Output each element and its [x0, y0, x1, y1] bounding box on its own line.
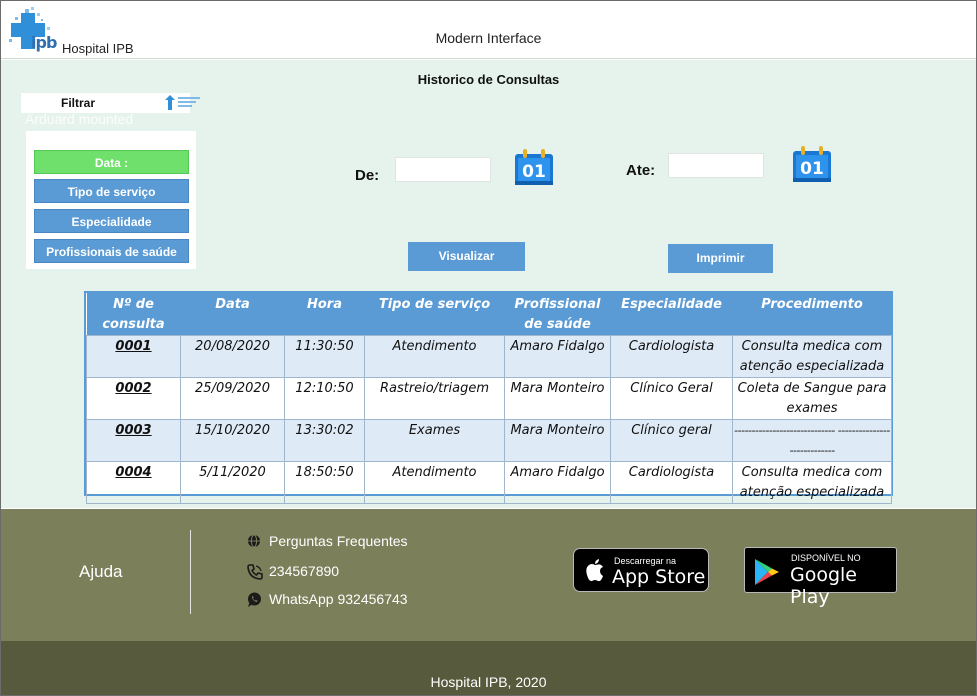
bottom-bar: Hospital IPB, 2020 — [1, 641, 976, 695]
globe-icon — [248, 534, 260, 548]
service-cell: Exames — [364, 419, 505, 462]
app-store-small-text: Descarregar na — [614, 556, 677, 566]
professional-cell: Mara Monteiro — [504, 377, 611, 420]
print-button[interactable]: Imprimir — [668, 244, 773, 273]
calendar-icon[interactable]: 01 — [514, 148, 554, 186]
help-footer: Ajuda Perguntas Frequentes 234567890 Wha… — [1, 509, 976, 641]
google-play-big-text: Google Play — [790, 564, 858, 608]
calendar-icon[interactable]: 01 — [792, 145, 832, 183]
date-cell: 20/08/2020 — [180, 335, 285, 378]
time-cell: 18:50:50 — [284, 461, 365, 504]
specialty-cell: Clínico geral — [610, 419, 733, 462]
date-to-input[interactable] — [668, 153, 764, 178]
whatsapp-icon — [248, 592, 261, 607]
filter-option-specialty[interactable]: Especialidade — [34, 209, 189, 233]
google-play-badge[interactable]: DISPONÍVEL NO Google Play — [744, 547, 897, 608]
phone-icon — [247, 564, 263, 580]
professional-cell: Amaro Fidalgo — [504, 461, 611, 504]
filter-option-date[interactable]: Data : — [34, 150, 189, 174]
service-cell: Rastreio/triagem — [364, 377, 505, 420]
professional-cell: Mara Monteiro — [504, 419, 611, 462]
filter-dropdown[interactable]: Filtrar — [21, 93, 200, 113]
consultation-id-link[interactable]: 0004 — [86, 461, 181, 504]
specialty-cell: Clínico Geral — [610, 377, 733, 420]
view-button[interactable]: Visualizar — [408, 242, 525, 271]
column-header[interactable]: Data — [180, 293, 285, 336]
table-row[interactable]: 0004 5/11/2020 18:50:50 Atendimento Amar… — [86, 461, 892, 504]
procedure-cell: ----------------------------- ----------… — [732, 419, 892, 462]
date-cell: 5/11/2020 — [180, 461, 285, 504]
svg-text:01: 01 — [800, 159, 824, 179]
date-from-input[interactable] — [395, 157, 491, 182]
column-header[interactable]: Profissional de saúde — [504, 293, 611, 336]
service-cell: Atendimento — [364, 461, 505, 504]
app-store-badge[interactable]: Descarregar na App Store — [573, 548, 709, 592]
table-row[interactable]: 0001 20/08/2020 11:30:50 Atendimento Ama… — [86, 335, 892, 378]
consultations-table: Nº de consulta Data Hora Tipo de serviço… — [84, 291, 893, 504]
specialty-cell: Cardiologista — [610, 335, 733, 378]
help-title: Ajuda — [79, 562, 123, 581]
phone-number: 234567890 — [269, 563, 340, 579]
date-cell: 25/09/2020 — [180, 377, 285, 420]
specialty-cell: Cardiologista — [610, 461, 733, 504]
time-cell: 11:30:50 — [284, 335, 365, 378]
filter-label: Filtrar — [61, 96, 96, 110]
table-row[interactable]: 0002 25/09/2020 12:10:50 Rastreio/triage… — [86, 377, 892, 420]
table-header-row: Nº de consulta Data Hora Tipo de serviço… — [86, 293, 892, 336]
apple-icon — [586, 559, 603, 582]
google-play-small-text: DISPONÍVEL NO — [791, 553, 861, 563]
column-header[interactable]: Tipo de serviço — [364, 293, 505, 336]
footer-divider — [190, 530, 191, 614]
app-store-big-text: App Store — [612, 566, 706, 588]
consultation-id-link[interactable]: 0002 — [86, 377, 181, 420]
column-header[interactable]: Nº de consulta — [86, 293, 181, 336]
consultation-id-link[interactable]: 0003 — [86, 419, 181, 462]
google-play-icon — [755, 559, 779, 585]
time-cell: 12:10:50 — [284, 377, 365, 420]
service-cell: Atendimento — [364, 335, 505, 378]
professional-cell: Amaro Fidalgo — [504, 335, 611, 378]
filter-option-health-professionals[interactable]: Profissionais de saúde — [34, 239, 189, 263]
date-to-label: Ate: — [626, 162, 656, 179]
ghost-text: Arduard mounted — [25, 111, 134, 127]
faq-label: Perguntas Frequentes — [269, 533, 408, 549]
table-row[interactable]: 0003 15/10/2020 13:30:02 Exames Mara Mon… — [86, 419, 892, 462]
procedure-cell: Consulta medica com atenção especializad… — [732, 461, 892, 504]
procedure-cell: Coleta de Sangue para exames — [732, 377, 892, 420]
header: ipb Hospital IPB Modern Interface — [1, 1, 976, 59]
procedure-cell: Consulta medica com atenção especializad… — [732, 335, 892, 378]
column-header[interactable]: Especialidade — [610, 293, 733, 336]
app-title: Modern Interface — [435, 30, 542, 46]
filter-options-panel: Data : Tipo de serviço Especialidade Pro… — [26, 131, 196, 269]
filter-option-service-type[interactable]: Tipo de serviço — [34, 179, 189, 203]
consultation-id-link[interactable]: 0001 — [86, 335, 181, 378]
main-content: Historico de Consultas Arduard mounted F… — [1, 60, 976, 508]
page-title: Historico de Consultas — [417, 72, 560, 87]
whatsapp-number: WhatsApp 932456743 — [269, 591, 408, 607]
time-cell: 13:30:02 — [284, 419, 365, 462]
date-from-label: De: — [355, 167, 380, 184]
sort-icon[interactable] — [164, 95, 202, 111]
svg-text:01: 01 — [522, 162, 546, 182]
column-header[interactable]: Procedimento — [732, 293, 892, 336]
column-header[interactable]: Hora — [284, 293, 365, 336]
date-cell: 15/10/2020 — [180, 419, 285, 462]
copyright-text: Hospital IPB, 2020 — [430, 674, 547, 690]
